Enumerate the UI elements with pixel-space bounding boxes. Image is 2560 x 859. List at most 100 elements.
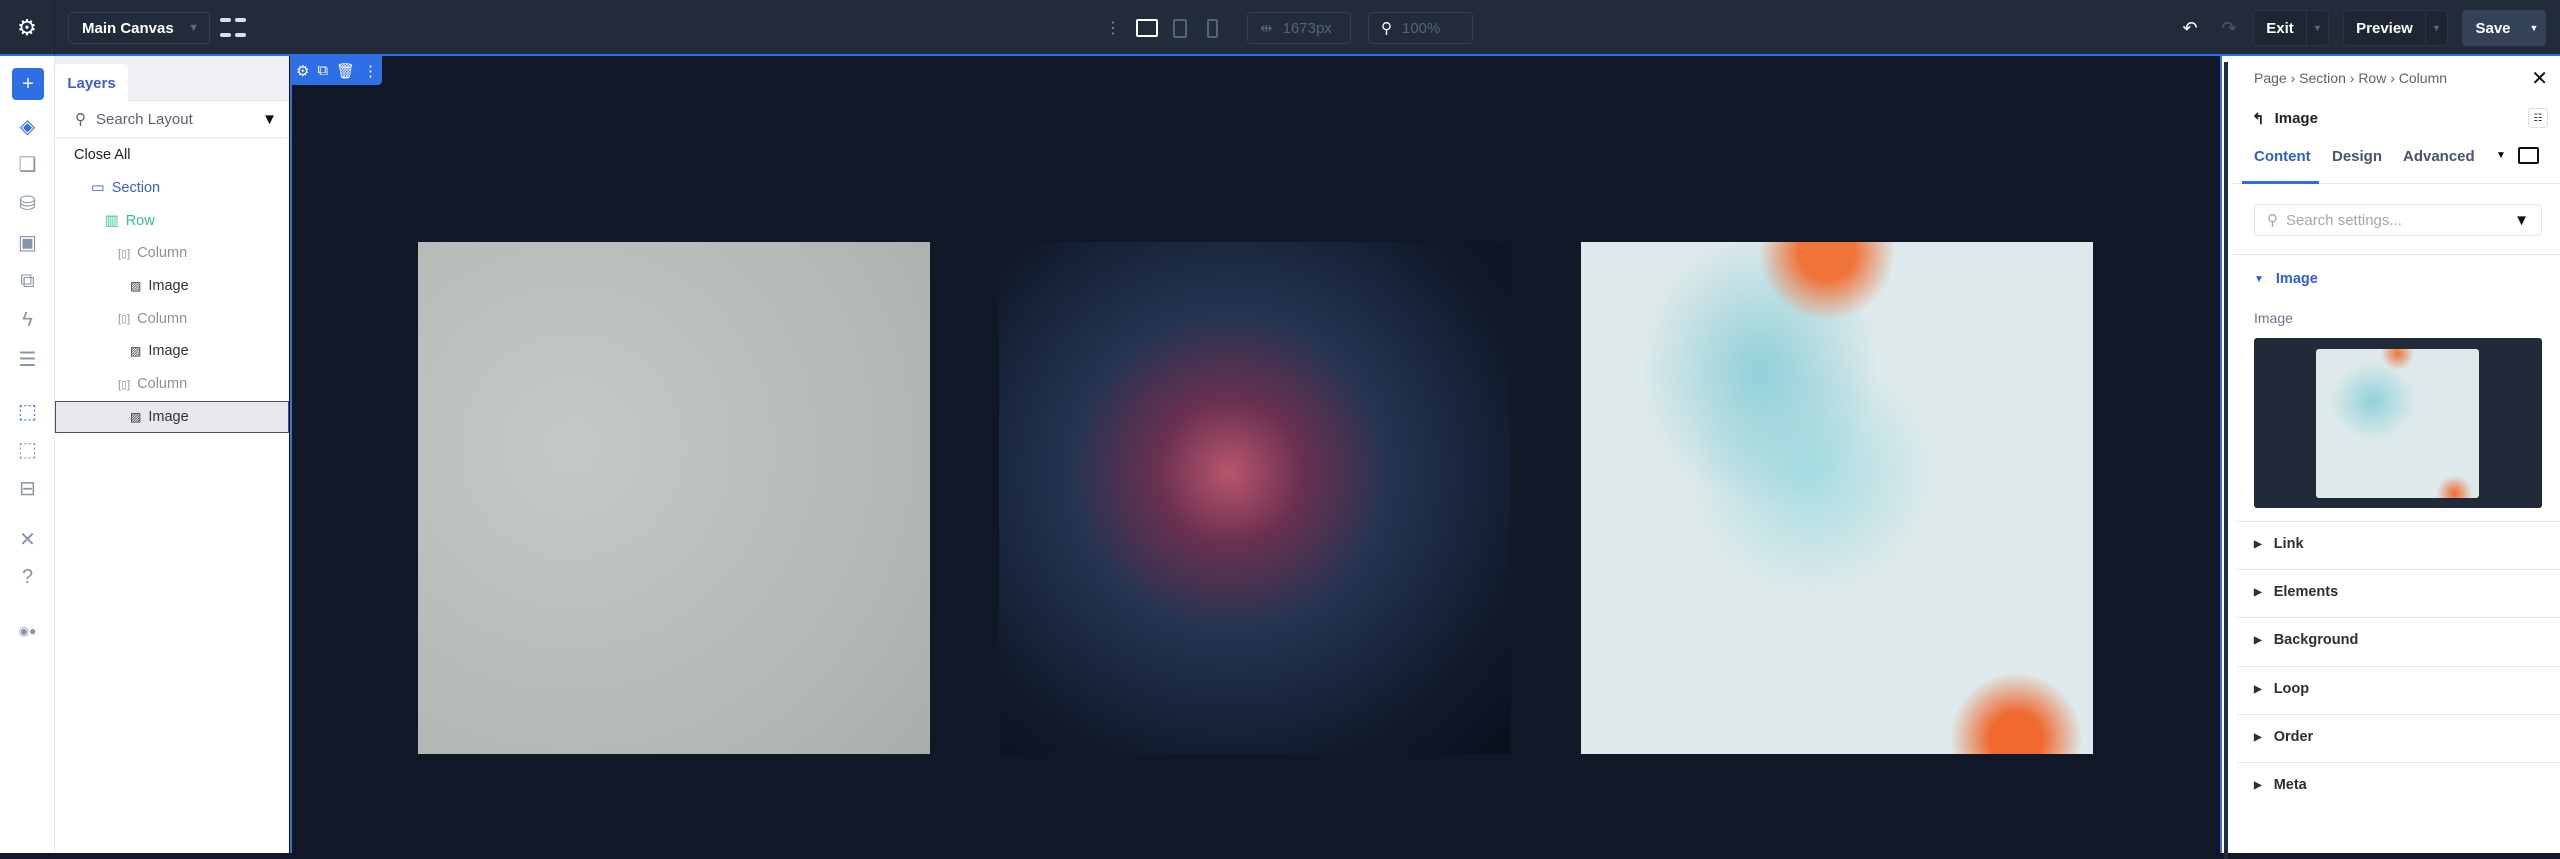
close-icon[interactable]: ✕	[2531, 66, 2548, 91]
pages-icon[interactable]: ⧉	[10, 266, 45, 296]
settings-search-input[interactable]: ⚲ Search settings... ▼	[2254, 204, 2542, 236]
back-arrow-icon[interactable]: ↰	[2252, 110, 2265, 128]
crumb-row[interactable]: Row	[2358, 70, 2386, 86]
chevron-down-icon: ▼	[188, 22, 199, 34]
section-label: Image	[2275, 271, 2318, 287]
layer-image[interactable]: ▨ Image	[55, 270, 289, 303]
add-element-icon[interactable]: +	[12, 68, 44, 100]
layer-image[interactable]: ▨ Image	[55, 335, 289, 368]
image-particle-burst[interactable]	[999, 242, 1511, 754]
redo-icon[interactable]: ↷	[2217, 16, 2241, 40]
layer-image-selected[interactable]: ▨ Image	[55, 400, 289, 434]
preview-template-icon[interactable]: ⊟	[10, 473, 45, 503]
image-section	[2232, 254, 2560, 255]
layer-label: Column	[137, 376, 188, 393]
section-order[interactable]: ▶ Order	[2238, 714, 2560, 762]
section-label: Link	[2273, 536, 2304, 552]
tab-layers[interactable]: Layers	[55, 64, 128, 102]
section-loop[interactable]: ▶ Loop	[2238, 666, 2560, 714]
section-link[interactable]: ▶ Link	[2238, 521, 2560, 569]
save-dropdown-icon[interactable]: ▼	[2523, 11, 2545, 45]
caret-right-icon: ▶	[2254, 634, 2262, 646]
tablet-view-icon[interactable]	[1172, 16, 1188, 40]
layer-column[interactable]: [▯] Column	[55, 368, 289, 401]
filter-icon[interactable]: ▼	[2514, 212, 2529, 229]
forms-icon[interactable]: ▣	[10, 227, 45, 257]
preview-dropdown-icon[interactable]: ▼	[2425, 11, 2447, 45]
caret-down-icon[interactable]: ▼	[2496, 150, 2506, 161]
tab-content[interactable]: Content	[2254, 148, 2311, 165]
settings-gear-icon[interactable]: ⚙	[0, 0, 55, 55]
desktop-view-icon[interactable]	[1135, 16, 1159, 40]
mobile-view-icon[interactable]	[1205, 16, 1219, 40]
image-section-header[interactable]: ▼ Image	[2254, 271, 2318, 287]
caret-down-icon: ▼	[2254, 273, 2264, 285]
crumb-section[interactable]: Section	[2299, 70, 2346, 86]
exit-button[interactable]: Exit ▼	[2253, 10, 2329, 46]
crumb-column[interactable]: Column	[2399, 70, 2447, 86]
help-icon[interactable]: ?	[10, 562, 45, 592]
layer-row[interactable]: ▥ Row	[55, 204, 289, 237]
image-marble-paint[interactable]	[1581, 242, 2093, 754]
image-concrete-texture[interactable]	[418, 242, 930, 754]
layer-column[interactable]: [▯] Column	[55, 302, 289, 335]
layer-label: Image	[148, 408, 189, 425]
section-meta[interactable]: ▶ Meta	[2238, 762, 2560, 810]
presets-icon[interactable]: ☷	[2528, 108, 2548, 128]
theme-toggle[interactable]: ◉●	[10, 616, 45, 646]
image-icon: ▨	[130, 344, 142, 359]
layers-icon[interactable]: ◈	[10, 111, 45, 141]
canvas-width-input[interactable]: ⇹ 1673px	[1247, 12, 1351, 44]
section-background[interactable]: ▶ Background	[2238, 617, 2560, 665]
layer-label: Row	[125, 212, 155, 229]
column-icon: [▯]	[118, 313, 131, 326]
library-icon[interactable]: ❏	[10, 149, 45, 179]
save-label: Save	[2475, 19, 2511, 37]
column-icon: [▯]	[118, 378, 131, 391]
select-element-icon[interactable]: ⬚	[10, 396, 45, 426]
left-icon-rail: + ◈ ❏ ⛁ ▣ ⧉ ϟ ☰ ⬚ ⬚ ⊟ ✕ ? ◉●	[0, 56, 55, 853]
save-button[interactable]: Save ▼	[2462, 10, 2546, 46]
layer-column[interactable]: [▯] Column	[55, 237, 289, 270]
grid-layout-icon[interactable]	[220, 14, 246, 40]
zoom-search-icon: ⚲	[1381, 20, 1392, 37]
zoom-value: 100%	[1402, 19, 1441, 37]
layers-search-placeholder: Search Layout	[96, 110, 193, 128]
tab-advanced[interactable]: Advanced	[2403, 148, 2475, 165]
canvas-select[interactable]: Main Canvas ▼	[68, 12, 210, 44]
more-vertical-icon[interactable]: ⋮	[363, 62, 378, 80]
delete-icon[interactable]: 🗑	[336, 62, 355, 80]
filter-icon[interactable]: ▼	[262, 111, 277, 128]
column-icon: [▯]	[118, 247, 131, 260]
section-elements[interactable]: ▶ Elements	[2238, 569, 2560, 617]
panel-resize-handle[interactable]	[2222, 56, 2232, 859]
image-icon: ▨	[130, 279, 142, 294]
section-label: Loop	[2273, 681, 2310, 697]
caret-right-icon: ▶	[2254, 731, 2262, 743]
database-icon[interactable]: ⛁	[10, 188, 45, 218]
close-all-button[interactable]: Close All	[55, 139, 289, 172]
zoom-input[interactable]: ⚲ 100%	[1368, 12, 1473, 44]
preview-button[interactable]: Preview ▼	[2343, 10, 2448, 46]
crumb-page[interactable]: Page	[2254, 70, 2287, 86]
interaction-icon[interactable]: ⬚	[10, 434, 45, 464]
image-preview[interactable]	[2254, 338, 2542, 508]
undo-icon[interactable]: ↶	[2178, 16, 2202, 40]
section-icon: ▭	[91, 180, 105, 197]
tools-icon[interactable]: ✕	[10, 524, 45, 554]
lightning-icon[interactable]: ϟ	[10, 305, 45, 335]
layer-label: Column	[137, 310, 188, 327]
desktop-breakpoint-icon[interactable]	[2518, 147, 2539, 164]
canvas[interactable]: ⚙ ⧉ 🗑 ⋮	[290, 56, 2222, 853]
layers-search-input[interactable]: ⚲ Search Layout ▼	[55, 101, 289, 139]
more-vertical-icon[interactable]: ⋮	[1105, 16, 1121, 40]
layout-rows-icon[interactable]: ☰	[10, 344, 45, 374]
settings-icon[interactable]: ⚙	[296, 62, 309, 80]
layer-section[interactable]: ▭ Section	[55, 172, 289, 205]
width-arrows-icon: ⇹	[1260, 20, 1273, 37]
duplicate-icon[interactable]: ⧉	[317, 62, 328, 79]
top-toolbar: ⚙ Main Canvas ▼ ⋮ ⇹ 1673px ⚲ 100% ↶ ↷ Exit ▼…	[0, 0, 2560, 56]
exit-dropdown-icon[interactable]: ▼	[2306, 11, 2328, 45]
settings-search-placeholder: Search settings...	[2286, 211, 2402, 229]
tab-design[interactable]: Design	[2332, 148, 2382, 165]
